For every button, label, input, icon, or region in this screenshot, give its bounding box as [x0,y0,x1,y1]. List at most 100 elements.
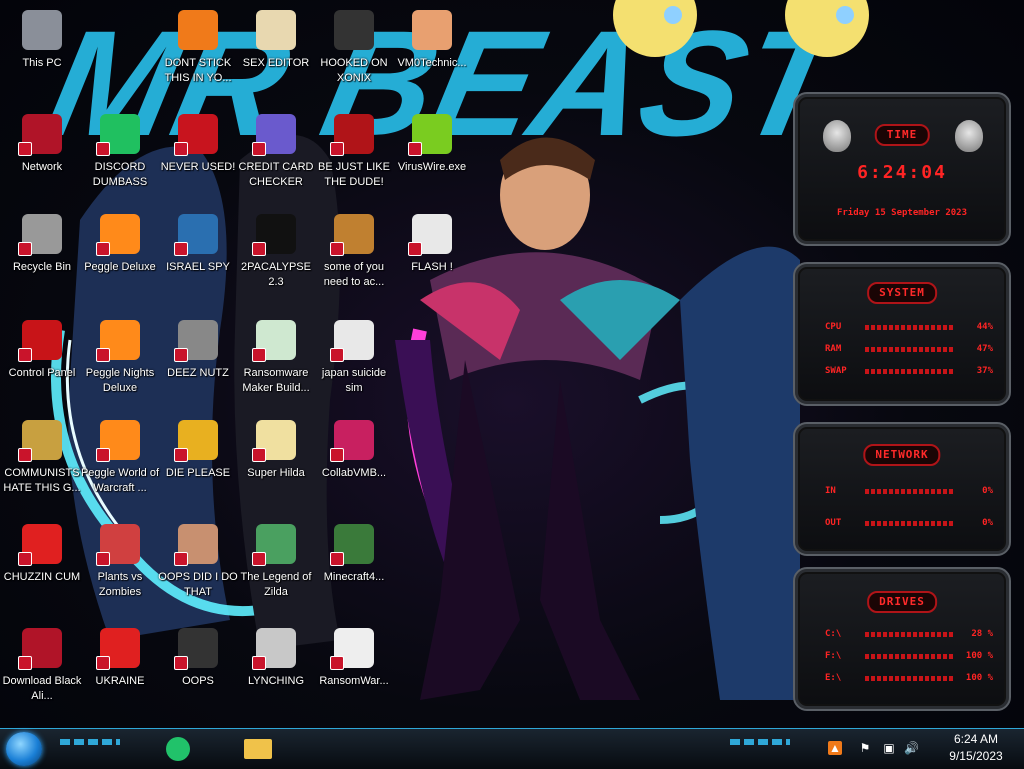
network-bar [865,521,955,526]
desktop-icon[interactable]: UKRAINE [78,624,162,724]
desktop-icon[interactable]: BE JUST LIKE THE DUDE! [312,110,396,210]
desktop-icon[interactable]: VirusWire.exe [390,110,474,210]
desktop-icon[interactable]: CHUZZIN CUM [0,520,84,620]
system-label: CPU [825,322,842,332]
app-icon [18,420,62,462]
drive-bar [865,654,955,659]
desktop-icon[interactable]: ISRAEL SPY [156,210,240,310]
desktop-icon-label: BE JUST LIKE THE DUDE! [318,161,390,188]
desktop-icon[interactable]: NEVER USED! [156,110,240,210]
desktop-icon[interactable]: SEX EDITOR [234,6,318,106]
desktop-icon-label: SEX EDITOR [242,57,310,69]
shield-overlay-icon [252,448,266,462]
app-icon [18,320,62,362]
desktop-icon[interactable]: COMMUNISTS HATE THIS G... [0,416,84,516]
shield-overlay-icon [96,348,110,362]
desktop-icon[interactable]: OOPS [156,624,240,724]
file-explorer-taskbar-button[interactable] [238,731,278,767]
clock-time: 6:24 AM [953,732,999,746]
desktop-icon-label: This PC [22,57,62,69]
desktop-icon[interactable]: VM0Technic... [390,6,474,106]
desktop-icon[interactable]: Download Black Ali... [0,624,84,724]
desktop-icon[interactable]: DEEZ NUTZ [156,316,240,416]
app-icon [174,524,218,566]
desktop-icon-label: The Legend of Zilda [240,571,312,598]
desktop-icon-label: Network [21,161,63,173]
shield-overlay-icon [330,242,344,256]
desktop-icon[interactable]: 2PACALYPSE 2.3 [234,210,318,310]
app-icon [252,524,296,566]
volume-tray-icon[interactable]: 🔊 [904,741,919,755]
desktop-icon[interactable]: Minecraft4... [312,520,396,620]
desktop-icon[interactable]: HOOKED ON XONIX [312,6,396,106]
shield-overlay-icon [174,142,188,156]
app-icon [330,420,374,462]
clock-date: 9/15/2023 [949,749,1003,763]
shield-overlay-icon [330,448,344,462]
system-value: 37% [976,366,993,376]
desktop-icon-label: VM0Technic... [397,57,467,69]
app-icon [408,114,452,156]
desktop-icon[interactable]: RansomWar... [312,624,396,724]
app-icon [18,524,62,566]
desktop-icon[interactable]: CREDIT CARD CHECKER [234,110,318,210]
desktop-icon[interactable]: japan suicide sim [312,316,396,416]
desktop-icon-label: Peggle Nights Deluxe [85,367,155,394]
desktop-icon[interactable]: Peggle Nights Deluxe [78,316,162,416]
desktop-icon[interactable]: Super Hilda [234,416,318,516]
app-icon [252,214,296,256]
desktop-icon[interactable]: Plants vs Zombies [78,520,162,620]
desktop-icon[interactable]: DIE PLEASE [156,416,240,516]
shield-overlay-icon [96,448,110,462]
taskbar-clock[interactable]: 6:24 AM 9/15/2023 [936,731,1016,765]
desktop-icon[interactable]: DISCORD DUMBASS [78,110,162,210]
drive-value: 100 % [965,651,993,661]
desktop-icon[interactable]: Control Panel [0,316,84,416]
system-row: SWAP 37% [825,366,993,376]
start-button[interactable] [6,732,42,766]
time-title: TIME [874,124,930,146]
system-row: CPU 44% [825,322,993,332]
shield-overlay-icon [408,142,422,156]
desktop-icon[interactable]: CollabVMB... [312,416,396,516]
app-icon [252,320,296,362]
desktop-icon-label: Peggle Deluxe [84,261,156,273]
desktop-icon-label: FLASH ! [411,261,453,273]
desktop-icon[interactable]: some of you need to ac... [312,210,396,310]
system-monitor-gadget: TIME 6:24:04 Friday 15 September 2023 SY… [793,92,1011,712]
desktop-icon[interactable]: FLASH ! [390,210,474,310]
gadget-clock: 6:24:04 [857,162,947,183]
desktop-icon-label: Ransomware Maker Build... [242,367,310,394]
desktop-icon[interactable]: The Legend of Zilda [234,520,318,620]
desktop-icon[interactable]: DONT STICK THIS IN YO... [156,6,240,106]
drive-row: E:\ 100 % [825,673,993,683]
desktop-icon[interactable]: Peggle Deluxe [78,210,162,310]
network-tray-icon[interactable]: ▣ [882,741,896,755]
shield-overlay-icon [18,552,32,566]
shield-overlay-icon [174,552,188,566]
desktop-icon-label: NEVER USED! [160,161,236,173]
taskbar: ▲ ⚑ ▣ 🔊 6:24 AM 9/15/2023 [0,728,1024,769]
desktop-icon[interactable]: Network [0,110,84,210]
desktop-icon[interactable]: Peggle World of Warcraft ... [78,416,162,516]
desktop-icon-label: HOOKED ON XONIX [320,57,388,84]
network-row: IN 0% [825,486,993,496]
shield-overlay-icon [252,656,266,670]
desktop-icon[interactable]: This PC [0,6,84,106]
app-icon [178,10,218,50]
desktop-icon[interactable]: OOPS DID I DO THAT [156,520,240,620]
desktop-icon-label: LYNCHING [247,675,305,687]
shield-overlay-icon [252,142,266,156]
app-icon [174,420,218,462]
office-tray-icon[interactable]: ▲ [828,741,842,755]
desktop-icon[interactable]: Ransomware Maker Build... [234,316,318,416]
shield-overlay-icon [174,348,188,362]
shield-overlay-icon [330,348,344,362]
desktop-icon[interactable]: LYNCHING [234,624,318,724]
flag-tray-icon[interactable]: ⚑ [858,741,872,755]
app-icon [330,114,374,156]
desktop-icon-label: japan suicide sim [321,367,387,394]
system-title: SYSTEM [867,282,937,304]
desktop-icon[interactable]: Recycle Bin [0,210,84,310]
discord-taskbar-button[interactable] [158,731,198,767]
